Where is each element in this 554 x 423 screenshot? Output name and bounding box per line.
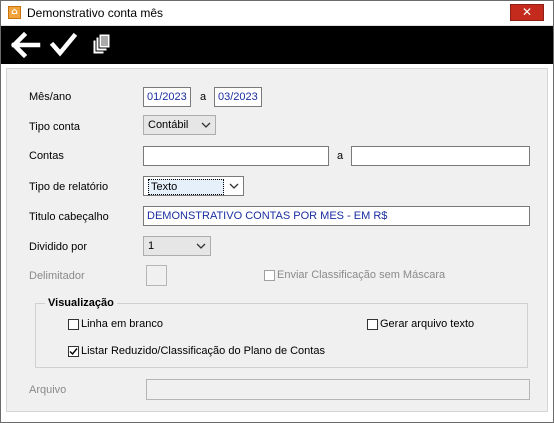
toolbar — [1, 26, 553, 64]
gerar-arquivo-label: Gerar arquivo texto — [380, 318, 475, 330]
periodo-separator: a — [200, 91, 207, 103]
back-button[interactable] — [10, 31, 41, 59]
copy-pages-icon — [92, 33, 111, 55]
app-icon: ⌂ — [8, 6, 21, 19]
form-panel: Mês/ano 01/2023 a 03/2023 Tipo conta Con… — [6, 68, 548, 412]
listar-reduzido-label: Listar Reduzido/Classificação do Plano d… — [81, 345, 325, 357]
tipo-relatorio-label: Tipo de relatório — [29, 181, 109, 193]
dialog-window: ⌂ Demonstrativo conta mês ✕ Mês/ano 01/2… — [0, 0, 554, 423]
listar-reduzido-checkbox[interactable] — [68, 346, 79, 357]
linha-branco-label: Linha em branco — [81, 318, 163, 330]
tipo-relatorio-select[interactable]: Texto — [143, 176, 244, 196]
periodo-from-input[interactable]: 01/2023 — [143, 87, 191, 107]
dividido-select[interactable]: 1 — [143, 236, 211, 256]
confirm-button[interactable] — [49, 31, 79, 59]
delimitador-label: Delimitador — [29, 270, 85, 282]
contas-label: Contas — [29, 150, 64, 162]
visualizacao-title: Visualização — [45, 297, 117, 309]
dividido-label: Dividido por — [29, 241, 88, 253]
contas-from-input[interactable] — [143, 146, 329, 166]
chevron-down-icon — [201, 122, 211, 128]
periodo-label: Mês/ano — [29, 91, 72, 103]
enviar-classificacao-label: Enviar Classificação sem Máscara — [277, 269, 446, 281]
arquivo-input[interactable] — [146, 379, 530, 400]
checkmark-icon — [69, 348, 78, 356]
contas-to-input[interactable] — [351, 146, 530, 166]
chevron-down-icon — [229, 183, 239, 189]
linha-branco-checkbox[interactable] — [68, 319, 79, 330]
dividido-value: 1 — [148, 240, 155, 252]
delimitador-input[interactable] — [146, 265, 167, 286]
visualizacao-group — [35, 303, 528, 368]
enviar-classificacao-checkbox[interactable] — [264, 270, 275, 281]
gerar-arquivo-checkbox[interactable] — [367, 319, 378, 330]
titulo-label: Titulo cabeçalho — [29, 211, 109, 223]
chevron-down-icon — [196, 243, 206, 249]
window-title: Demonstrativo conta mês — [27, 6, 164, 20]
arrow-left-icon — [10, 31, 41, 59]
titulo-input[interactable]: DEMONSTRATIVO CONTAS POR MES - EM R$ — [143, 206, 530, 226]
contas-separator: a — [337, 150, 344, 162]
tipo-conta-select[interactable]: Contábil — [143, 115, 216, 135]
title-bar: ⌂ Demonstrativo conta mês ✕ — [1, 1, 553, 26]
periodo-to-input[interactable]: 03/2023 — [214, 87, 262, 107]
tipo-conta-value: Contábil — [148, 119, 189, 131]
arquivo-label: Arquivo — [29, 384, 67, 396]
checkmark-icon — [49, 32, 78, 57]
close-button[interactable]: ✕ — [510, 4, 544, 21]
tipo-conta-label: Tipo conta — [29, 121, 80, 133]
copy-button[interactable] — [89, 31, 119, 59]
tipo-relatorio-value: Texto — [148, 179, 224, 195]
